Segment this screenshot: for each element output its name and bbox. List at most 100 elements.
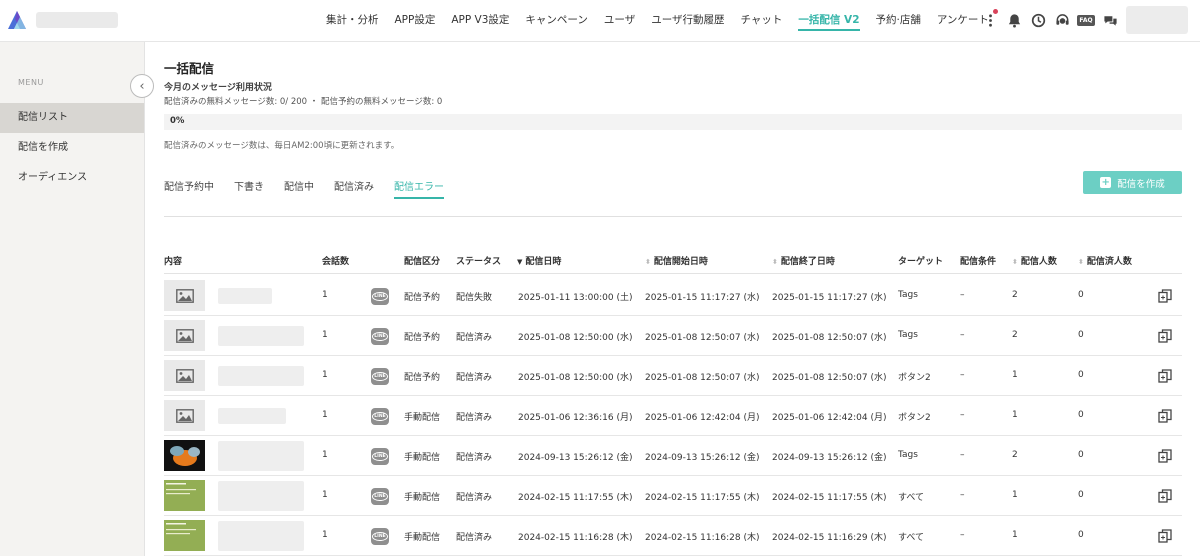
table-row[interactable]: 1 配信予約 配信失敗 2025-01-11 13:00:00 (土) 2025-01-… (164, 276, 1182, 316)
faq-icon[interactable]: FAQ (1074, 8, 1098, 32)
app-logo[interactable] (7, 10, 27, 30)
line-icon-label: LINE (372, 532, 388, 541)
cell-conversations: 1 (322, 410, 328, 420)
col-delivery-date[interactable]: ▼ 配信日時 (517, 254, 561, 267)
cell-delivery-type: 手動配信 (404, 533, 441, 543)
copy-icon[interactable] (1158, 529, 1172, 543)
nav-item[interactable]: ユーザ行動履歴 (643, 0, 732, 42)
cell-delivery-type: 配信予約 (404, 293, 441, 303)
tab-delivery-error[interactable]: 配信エラー (394, 178, 444, 199)
cell-start-date: 2025-01-08 12:50:07 (水) (645, 333, 760, 343)
nav-item[interactable]: 一括配信 V2 (790, 0, 867, 42)
bell-icon[interactable] (1002, 8, 1026, 32)
copy-icon[interactable] (1158, 289, 1172, 303)
col-start-date-label: 配信開始日時 (653, 257, 708, 267)
cell-status: 配信済み (456, 453, 493, 463)
line-icon-label: LINE (372, 492, 388, 501)
cell-delivered-count: 0 (1078, 330, 1084, 340)
cell-delivered-count: 0 (1078, 370, 1084, 380)
cell-recipients: 1 (1012, 370, 1018, 380)
cell-delivery-type: 配信予約 (404, 333, 441, 343)
cell-start-date: 2025-01-15 11:17:27 (水) (645, 293, 760, 303)
nav-item[interactable]: APP V3設定 (443, 0, 517, 42)
sidebar-collapse-button[interactable]: ‹ (130, 74, 154, 98)
menu-label: MENU (18, 78, 44, 87)
cell-status: 配信済み (456, 333, 493, 343)
cell-recipients: 1 (1012, 410, 1018, 420)
nav-item[interactable]: キャンペーン (517, 0, 595, 42)
cell-conversations: 1 (322, 490, 328, 500)
clock-icon[interactable] (1026, 8, 1050, 32)
col-delivered-count-label: 配信済人数 (1086, 257, 1132, 267)
more-icon[interactable] (978, 8, 1002, 32)
nav-item[interactable]: チャット (733, 0, 791, 42)
nav-item-label: キャンペーン (525, 14, 588, 26)
sidebar-item-audience[interactable]: オーディエンス (0, 163, 144, 193)
col-start-date[interactable]: ⬍ 配信開始日時 (645, 254, 708, 267)
table-row[interactable]: 1 手動配信 配信済み 2024-02-15 11:16:28 (木) 2024-02-… (164, 516, 1182, 556)
sidebar-item-delivery-list[interactable]: 配信リスト (0, 103, 144, 133)
chat-icon[interactable] (1098, 8, 1122, 32)
sort-icon: ⬍ (1012, 258, 1018, 266)
nav-item[interactable]: APP設定 (387, 0, 444, 42)
table-row[interactable]: 1 手動配信 配信済み 2024-09-13 15:26:12 (金) 2024-09-… (164, 436, 1182, 476)
tab-draft[interactable]: 下書き (234, 178, 264, 199)
cell-target: ボタン2 (898, 373, 931, 383)
message-thumbnail (164, 480, 205, 511)
copy-icon[interactable] (1158, 489, 1172, 503)
create-delivery-button[interactable]: + 配信を作成 (1083, 171, 1182, 194)
tab-scheduled[interactable]: 配信予約中 (164, 178, 214, 199)
col-delivered-count[interactable]: ⬍ 配信済人数 (1078, 254, 1132, 267)
cell-end-date: 2025-01-06 12:42:04 (月) (772, 413, 887, 423)
support-icon[interactable] (1050, 8, 1074, 32)
tab-delivering[interactable]: 配信中 (284, 178, 314, 199)
status-tabs: 配信予約中 下書き 配信中 配信済み 配信エラー (164, 178, 464, 199)
table-row[interactable]: 1 配信予約 配信済み 2025-01-08 12:50:00 (水) 2025-01-… (164, 356, 1182, 396)
nav-item[interactable]: 予約·店舗 (868, 0, 929, 42)
copy-icon[interactable] (1158, 329, 1172, 343)
cell-status: 配信済み (456, 533, 493, 543)
image-placeholder-icon (164, 360, 205, 391)
cell-target: ボタン2 (898, 413, 931, 423)
progress-label: 0% (170, 116, 185, 126)
cell-delivery-date: 2025-01-06 12:36:16 (月) (518, 413, 633, 423)
cell-start-date: 2024-02-15 11:16:28 (木) (645, 533, 760, 543)
col-end-date[interactable]: ⬍ 配信終了日時 (772, 254, 835, 267)
cell-condition: – (960, 490, 965, 500)
nav-item-label: チャット (740, 14, 783, 26)
sidebar: MENU ‹ 配信リスト 配信を作成 オーディエンス (0, 42, 154, 556)
cell-condition: – (960, 290, 965, 300)
top-navigation-bar: 集計・分析 APP設定 APP V3設定 キャンペーン ユーザ ユーザ行動履歴 チャット 一括… (0, 0, 1200, 42)
nav-item-label: ユーザ (603, 14, 636, 26)
table-row[interactable]: 1 手動配信 配信済み 2025-01-06 12:36:16 (月) 2025-01-… (164, 396, 1182, 436)
nav-item-label: 集計・分析 (326, 14, 379, 26)
col-recipients[interactable]: ⬍ 配信人数 (1012, 254, 1057, 267)
table-row[interactable]: 1 配信予約 配信済み 2025-01-08 12:50:00 (水) 2025-01-… (164, 316, 1182, 356)
copy-icon[interactable] (1158, 369, 1172, 383)
cell-target: すべて (898, 533, 925, 543)
user-avatar-redacted[interactable] (1126, 6, 1188, 34)
cell-condition: – (960, 450, 965, 460)
copy-icon[interactable] (1158, 409, 1172, 423)
nav-item[interactable]: 集計・分析 (318, 0, 387, 42)
nav-item[interactable]: ユーザ (596, 0, 643, 42)
message-preview-redacted (218, 521, 304, 551)
cell-delivery-date: 2025-01-08 12:50:00 (水) (518, 333, 633, 343)
message-preview-redacted (218, 326, 304, 346)
cell-target: すべて (898, 493, 925, 503)
nav-icon-group: FAQ (978, 8, 1122, 32)
usage-text: 配信済みの無料メッセージ数: 0/ 200 ・ 配信予約の無料メッセージ数: 0 (164, 97, 443, 107)
table-row[interactable]: 1 手動配信 配信済み 2024-02-15 11:17:55 (木) 2024-02-… (164, 476, 1182, 516)
cell-end-date: 2024-09-13 15:26:12 (金) (772, 453, 887, 463)
line-icon: LINE (371, 528, 389, 545)
cell-delivered-count: 0 (1078, 530, 1084, 540)
page-title: 一括配信 (164, 61, 215, 76)
image-placeholder-icon (164, 400, 205, 431)
tab-delivered[interactable]: 配信済み (334, 178, 374, 199)
message-preview-redacted (218, 366, 304, 386)
sidebar-item-create-delivery[interactable]: 配信を作成 (0, 133, 144, 163)
copy-icon[interactable] (1158, 449, 1172, 463)
account-name-redacted (36, 12, 118, 28)
sort-icon: ⬍ (645, 258, 651, 266)
message-preview-redacted (218, 288, 272, 304)
